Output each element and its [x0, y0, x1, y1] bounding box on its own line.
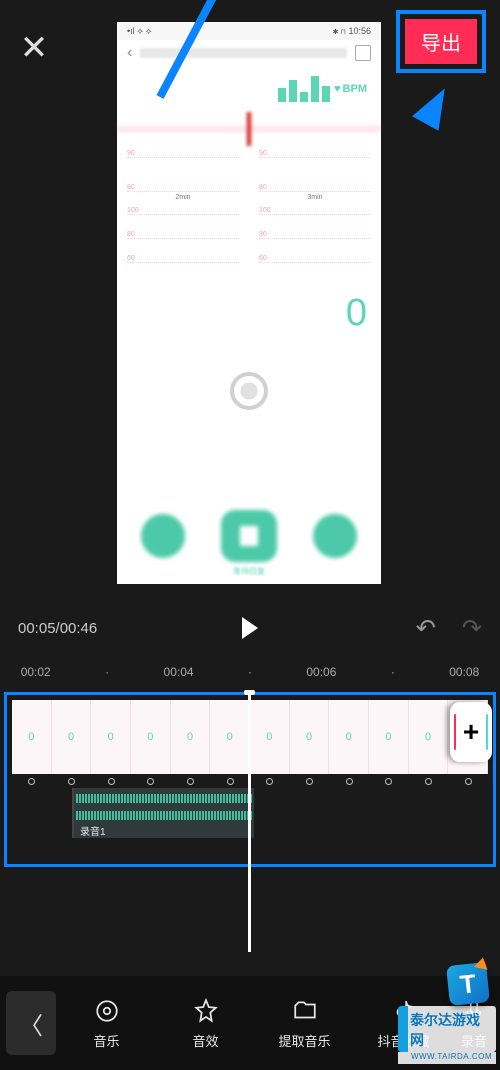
chart-tick: 80	[259, 184, 371, 192]
preview-bottom-label: 等待回复	[117, 566, 381, 577]
time-position: 00:05/00:46	[18, 620, 97, 637]
audio-clip[interactable]: 录音1	[72, 788, 254, 838]
seg-val: 0	[306, 731, 312, 743]
chart-tick: 60	[259, 255, 371, 263]
redo-button[interactable]: ↷	[462, 614, 482, 643]
preview-record-button	[230, 372, 268, 410]
video-preview[interactable]: •ıl ⟡ ⟡ ✱ ⊓ 10:56 ‹ ♥ BPM 90 80 2min	[117, 22, 381, 584]
preview-blob	[141, 514, 185, 558]
chart-tick: 80	[259, 231, 371, 239]
audio-waveform	[76, 794, 252, 820]
preview-blob	[313, 514, 357, 558]
preview-blob	[221, 510, 277, 562]
toolbar-label: 音效	[192, 1031, 218, 1050]
seg-val: 0	[187, 731, 193, 743]
seg-val: 0	[147, 731, 153, 743]
chart-tick: 60	[127, 255, 239, 263]
toolbar-label: 音乐	[93, 1031, 119, 1050]
bpm-bars-icon	[278, 76, 330, 102]
seg-val: 0	[425, 731, 431, 743]
seg-val: 0	[108, 731, 114, 743]
add-clip-button[interactable]: +	[450, 702, 492, 762]
ruler-dot: ·	[71, 665, 142, 679]
seg-val: 0	[266, 731, 272, 743]
ruler-dot: ·	[357, 665, 428, 679]
seg-val: 0	[346, 731, 352, 743]
seg-val: 0	[385, 731, 391, 743]
sound-effect-button[interactable]: 音效	[157, 997, 254, 1050]
export-button[interactable]: 导出	[405, 19, 477, 64]
chart-xlabel: 3min	[259, 194, 371, 201]
chart-tick: 80	[127, 184, 239, 192]
music-icon	[93, 997, 121, 1025]
bpm-value: 0	[346, 292, 367, 335]
playhead[interactable]	[248, 690, 251, 952]
folder-icon	[291, 997, 319, 1025]
watermark: T 泰尔达游戏网 WWW.TAIRDA.COM	[398, 964, 496, 1064]
seg-val: 0	[28, 731, 34, 743]
preview-waveform	[117, 112, 381, 146]
toolbar-back-button[interactable]: 〈	[6, 991, 56, 1055]
chart-tick: 90	[259, 150, 371, 158]
bpm-label: BPM	[343, 83, 367, 95]
ruler-mark: 00:02	[0, 665, 71, 679]
ruler-mark: 00:08	[429, 665, 500, 679]
ruler-dot: ·	[214, 665, 285, 679]
extract-music-button[interactable]: 提取音乐	[256, 997, 353, 1050]
undo-button[interactable]: ↶	[416, 614, 436, 643]
music-button[interactable]: 音乐	[58, 997, 155, 1050]
ruler-mark: 00:06	[286, 665, 357, 679]
watermark-text: 泰尔达游戏网	[398, 1006, 496, 1052]
chart-tick: 90	[127, 150, 239, 158]
chart-tick: 80	[127, 231, 239, 239]
seg-val: 0	[227, 731, 233, 743]
audio-clip-label: 录音1	[74, 820, 254, 838]
seg-val: 0	[68, 731, 74, 743]
watermark-badge: T	[446, 962, 490, 1006]
ruler-mark: 00:04	[143, 665, 214, 679]
chart-tick: 100	[259, 207, 371, 215]
watermark-url: WWW.TAIRDA.COM	[398, 1052, 496, 1064]
toolbar-label: 提取音乐	[278, 1031, 330, 1050]
chart-tick: 100	[127, 207, 239, 215]
close-button[interactable]: ✕	[14, 28, 54, 68]
export-highlight: 导出	[396, 10, 486, 73]
timeline-ruler[interactable]: 00:02 · 00:04 · 00:06 · 00:08	[0, 660, 500, 684]
play-button[interactable]	[242, 617, 258, 639]
heart-icon: ♥	[334, 83, 341, 95]
chart-xlabel: 2min	[127, 194, 239, 201]
star-icon	[192, 997, 220, 1025]
